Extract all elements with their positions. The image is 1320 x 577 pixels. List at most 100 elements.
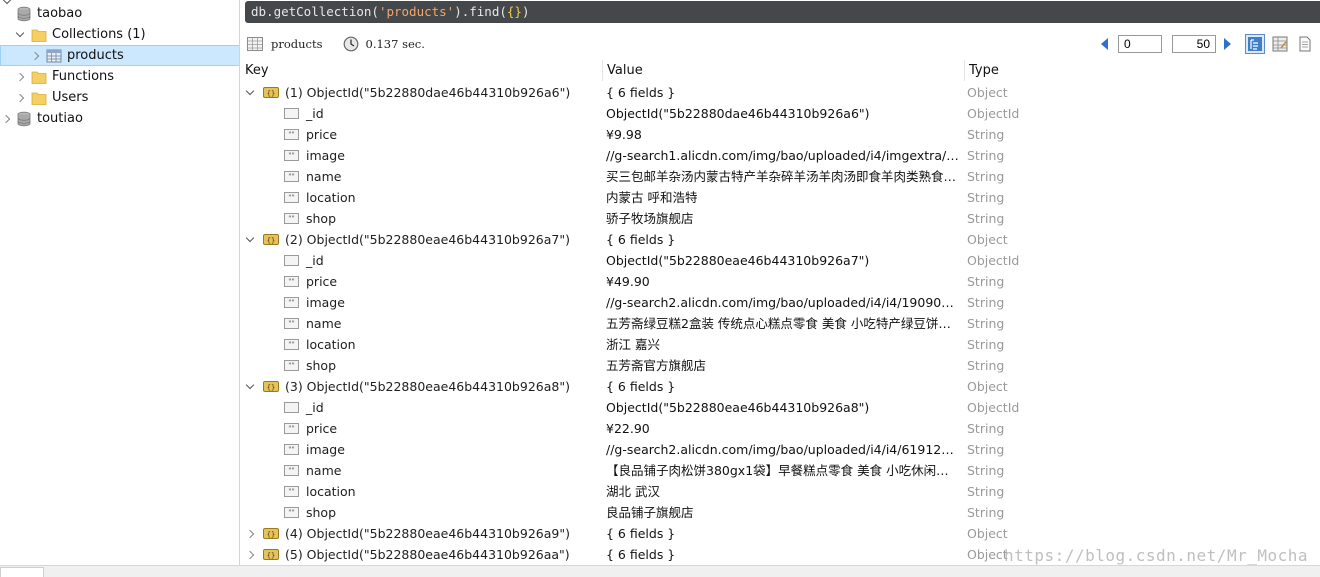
- value-cell[interactable]: //g-search2.alicdn.com/img/bao/uploaded/…: [606, 292, 960, 313]
- value-cell[interactable]: { 6 fields }: [606, 82, 960, 103]
- value-cell[interactable]: //g-search1.alicdn.com/img/bao/uploaded/…: [606, 145, 960, 166]
- skip-input[interactable]: [1118, 35, 1162, 53]
- chevron-right-icon[interactable]: [245, 549, 257, 561]
- svg-text:"": "": [288, 278, 294, 286]
- tree-item-database-toutiao[interactable]: toutiao: [0, 108, 239, 129]
- column-header-value[interactable]: Value: [603, 60, 965, 81]
- value-cell[interactable]: //g-search2.alicdn.com/img/bao/uploaded/…: [606, 439, 960, 460]
- key-cell: "" image: [241, 439, 603, 460]
- tree-item-collection-products[interactable]: products: [0, 45, 239, 66]
- objectid-field-icon: [284, 108, 299, 119]
- svg-text:{}: {}: [267, 89, 275, 97]
- text-view-button[interactable]: [1295, 34, 1315, 54]
- chevron-down-icon[interactable]: [245, 381, 257, 393]
- field-row[interactable]: "" name 【良品铺子肉松饼380gx1袋】早餐糕点零食 美食 小吃休闲食品..…: [241, 460, 1320, 481]
- field-row[interactable]: "" price ¥49.90 String: [241, 271, 1320, 292]
- chevron-right-icon[interactable]: [1, 113, 13, 125]
- database-icon: [17, 6, 31, 21]
- type-cell: Object: [967, 85, 1008, 100]
- key-text: (4) ObjectId("5b22880eae46b44310b926a9"): [285, 526, 570, 541]
- field-row[interactable]: "" location 内蒙古 呼和浩特 String: [241, 187, 1320, 208]
- chevron-down-icon[interactable]: [245, 234, 257, 246]
- type-cell: String: [967, 295, 1005, 310]
- key-text: name: [306, 316, 342, 331]
- value-cell[interactable]: ¥9.98: [606, 124, 960, 145]
- table-view-button[interactable]: [1270, 34, 1290, 54]
- value-cell[interactable]: { 6 fields }: [606, 229, 960, 250]
- field-row[interactable]: _id ObjectId("5b22880eae46b44310b926a8") O…: [241, 397, 1320, 418]
- key-text: (5) ObjectId("5b22880eae46b44310b926aa"): [285, 547, 570, 562]
- value-cell[interactable]: ¥49.90: [606, 271, 960, 292]
- chevron-right-icon[interactable]: [245, 528, 257, 540]
- tree-item-collections[interactable]: Collections (1): [0, 24, 239, 45]
- folder-icon: [31, 92, 47, 105]
- key-text: location: [306, 190, 356, 205]
- key-text: (3) ObjectId("5b22880eae46b44310b926a8"): [285, 379, 570, 394]
- key-text: _id: [306, 106, 324, 121]
- key-cell: "" image: [241, 292, 603, 313]
- value-cell[interactable]: 【良品铺子肉松饼380gx1袋】早餐糕点零食 美食 小吃休闲食品...: [606, 460, 960, 481]
- query-editor[interactable]: db.getCollection('products').find({}): [245, 1, 1320, 23]
- type-cell: ObjectId: [967, 253, 1020, 268]
- tree-item-users[interactable]: Users: [0, 87, 239, 108]
- field-row[interactable]: "" shop 良品铺子旗舰店 String: [241, 502, 1320, 523]
- chevron-right-icon[interactable]: [15, 92, 27, 104]
- field-row[interactable]: "" price ¥9.98 String: [241, 124, 1320, 145]
- document-row[interactable]: {} (3) ObjectId("5b22880eae46b44310b926a8…: [241, 376, 1320, 397]
- key-cell: "" shop: [241, 208, 603, 229]
- field-row[interactable]: "" shop 骄子牧场旗舰店 String: [241, 208, 1320, 229]
- execution-time: 0.137 sec.: [365, 37, 425, 51]
- tree-item-database-taobao[interactable]: taobao: [0, 3, 239, 24]
- previous-page-arrow-icon[interactable]: [1101, 38, 1108, 50]
- type-cell: String: [967, 127, 1005, 142]
- type-cell: Object: [967, 232, 1008, 247]
- tree-item-functions[interactable]: Functions: [0, 66, 239, 87]
- bottom-tab[interactable]: [0, 567, 44, 577]
- value-cell[interactable]: 浙江 嘉兴: [606, 334, 960, 355]
- key-cell: _id: [241, 397, 603, 418]
- type-cell: String: [967, 169, 1005, 184]
- value-cell[interactable]: 买三包邮羊杂汤内蒙古特产羊杂碎羊汤羊肉汤即食羊肉类熟食238g: [606, 166, 960, 187]
- chevron-down-icon[interactable]: [15, 29, 27, 41]
- field-row[interactable]: "" image //g-search1.alicdn.com/img/bao/up…: [241, 145, 1320, 166]
- main-panel: db.getCollection('products').find({}) pr…: [241, 0, 1320, 565]
- chevron-down-icon[interactable]: [245, 87, 257, 99]
- field-row[interactable]: "" location 浙江 嘉兴 String: [241, 334, 1320, 355]
- value-cell[interactable]: 湖北 武汉: [606, 481, 960, 502]
- value-cell[interactable]: ObjectId("5b22880dae46b44310b926a6"): [606, 103, 960, 124]
- svg-text:"": "": [288, 320, 294, 328]
- value-cell[interactable]: { 6 fields }: [606, 544, 960, 565]
- value-cell[interactable]: ObjectId("5b22880eae46b44310b926a8"): [606, 397, 960, 418]
- field-row[interactable]: "" price ¥22.90 String: [241, 418, 1320, 439]
- value-cell[interactable]: ¥22.90: [606, 418, 960, 439]
- field-row[interactable]: "" name 五芳斋绿豆糕2盒装 传统点心糕点零食 美食 小吃特产绿豆饼冰糕...…: [241, 313, 1320, 334]
- field-row[interactable]: _id ObjectId("5b22880dae46b44310b926a6") O…: [241, 103, 1320, 124]
- field-row[interactable]: _id ObjectId("5b22880eae46b44310b926a7") O…: [241, 250, 1320, 271]
- limit-input[interactable]: [1172, 35, 1216, 53]
- table-header: Key Value Type: [241, 60, 1320, 81]
- value-cell[interactable]: 良品铺子旗舰店: [606, 502, 960, 523]
- field-row[interactable]: "" image //g-search2.alicdn.com/img/bao/up…: [241, 439, 1320, 460]
- string-field-icon: "": [284, 171, 299, 182]
- value-cell[interactable]: 五芳斋绿豆糕2盒装 传统点心糕点零食 美食 小吃特产绿豆饼冰糕...: [606, 313, 960, 334]
- field-row[interactable]: "" shop 五芳斋官方旗舰店 String: [241, 355, 1320, 376]
- value-cell[interactable]: 内蒙古 呼和浩特: [606, 187, 960, 208]
- chevron-right-icon[interactable]: [30, 50, 42, 62]
- field-row[interactable]: "" location 湖北 武汉 String: [241, 481, 1320, 502]
- document-row[interactable]: {} (1) ObjectId("5b22880dae46b44310b926a6…: [241, 82, 1320, 103]
- chevron-right-icon[interactable]: [15, 71, 27, 83]
- value-cell[interactable]: ObjectId("5b22880eae46b44310b926a7"): [606, 250, 960, 271]
- value-cell[interactable]: { 6 fields }: [606, 376, 960, 397]
- next-page-arrow-icon[interactable]: [1224, 38, 1231, 50]
- document-row[interactable]: {} (2) ObjectId("5b22880eae46b44310b926a7…: [241, 229, 1320, 250]
- column-header-key[interactable]: Key: [241, 60, 603, 81]
- field-row[interactable]: "" image //g-search2.alicdn.com/img/bao/up…: [241, 292, 1320, 313]
- functions-folder-label: Functions: [52, 69, 115, 84]
- document-row[interactable]: {} (4) ObjectId("5b22880eae46b44310b926a9…: [241, 523, 1320, 544]
- field-row[interactable]: "" name 买三包邮羊杂汤内蒙古特产羊杂碎羊汤羊肉汤即食羊肉类熟食238g Str…: [241, 166, 1320, 187]
- column-header-type[interactable]: Type: [965, 60, 1320, 81]
- tree-view-button[interactable]: [1245, 34, 1265, 54]
- value-cell[interactable]: 五芳斋官方旗舰店: [606, 355, 960, 376]
- value-cell[interactable]: 骄子牧场旗舰店: [606, 208, 960, 229]
- value-cell[interactable]: { 6 fields }: [606, 523, 960, 544]
